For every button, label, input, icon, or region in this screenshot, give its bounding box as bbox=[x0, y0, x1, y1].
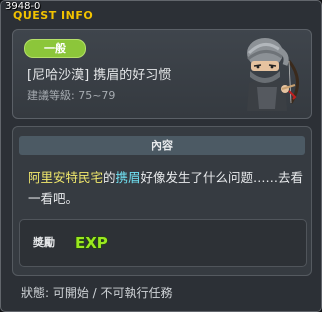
place-highlight: 阿里安特民宅 bbox=[28, 170, 104, 185]
quest-description: 阿里安特民宅的携眉好像发生了什么问题……去看一看吧。 bbox=[28, 167, 304, 209]
quest-type-badge: 一般 bbox=[24, 39, 86, 58]
reward-label: 獎勵 bbox=[33, 236, 55, 249]
description-connector: 的 bbox=[103, 170, 116, 185]
exp-text: EXP bbox=[75, 234, 108, 251]
quest-header-panel: 一般 [尼哈沙漠] 携眉的好习惯 建議等級: 75~79 bbox=[12, 29, 312, 119]
quest-content-panel: 內容 阿里安特民宅的携眉好像发生了什么问题……去看一看吧。 獎勵 EXP bbox=[12, 126, 312, 276]
quest-info-window: 3948-0 QUEST INFO 一般 [尼哈沙漠] 携眉的好习惯 建議等級:… bbox=[0, 0, 322, 312]
exp-icon: EXP bbox=[74, 233, 108, 251]
content-header: 內容 bbox=[19, 136, 305, 155]
quest-status: 狀態: 可開始 / 不可執行任務 bbox=[21, 286, 173, 300]
recommended-level: 建議等級: 75~79 bbox=[27, 89, 116, 102]
reward-panel: 獎勵 EXP bbox=[19, 219, 307, 267]
quest-name: [尼哈沙漠] 携眉的好习惯 bbox=[27, 68, 172, 83]
window-title: QUEST INFO bbox=[13, 9, 94, 22]
masked-ninja-npc-icon bbox=[247, 38, 299, 111]
npc-highlight: 携眉 bbox=[115, 170, 141, 185]
